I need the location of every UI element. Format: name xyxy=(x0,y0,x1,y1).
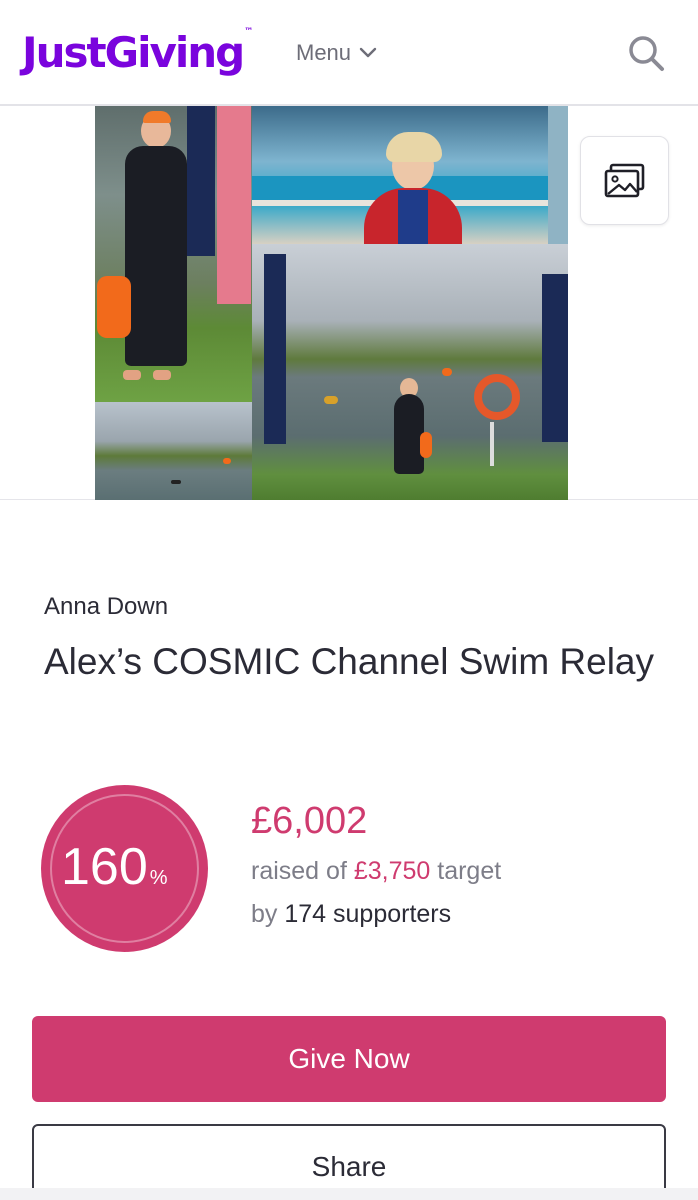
raised-of-label: raised of xyxy=(251,857,354,885)
photo-swimmer-wetsuit xyxy=(95,106,252,402)
page-owner-name: Anna Down xyxy=(44,593,169,620)
percent-symbol: % xyxy=(149,867,168,889)
menu-label: Menu xyxy=(296,40,352,65)
photo-swimmer-lake xyxy=(252,244,568,500)
bottom-bar-edge xyxy=(0,1188,698,1200)
photo-open-water xyxy=(95,402,252,500)
search-icon[interactable] xyxy=(626,33,666,73)
image-gallery-icon xyxy=(604,163,644,197)
logo-text: JustGiving xyxy=(22,28,245,77)
site-header: JustGiving™ Menu xyxy=(0,0,698,106)
hero-image-area xyxy=(0,106,698,500)
progress-percent: 160% xyxy=(61,835,201,910)
logo-trademark: ™ xyxy=(244,27,254,37)
give-now-button[interactable]: Give Now xyxy=(32,1016,666,1102)
target-amount: £3,750 xyxy=(353,857,431,885)
supporters-count[interactable]: 174 supporters xyxy=(284,900,451,928)
menu-button[interactable]: Menu xyxy=(296,38,377,68)
hero-photo-collage[interactable] xyxy=(95,106,568,500)
target-label: target xyxy=(430,857,502,885)
percent-value: 160 xyxy=(61,838,148,896)
justgiving-logo[interactable]: JustGiving™ xyxy=(22,24,253,79)
page-title: Alex’s COSMIC Channel Swim Relay xyxy=(44,641,655,682)
progress-percent-badge: 160% xyxy=(41,785,208,952)
raised-amount: £6,002 xyxy=(251,800,368,842)
target-line: raised of £3,750 target xyxy=(251,854,501,888)
chevron-down-icon xyxy=(359,47,377,58)
photo-swimmer-pool-medal xyxy=(252,106,568,244)
supporters-line: by 174 supporters xyxy=(251,897,451,931)
supporters-prefix: by xyxy=(251,900,285,928)
gallery-button[interactable] xyxy=(580,136,669,225)
